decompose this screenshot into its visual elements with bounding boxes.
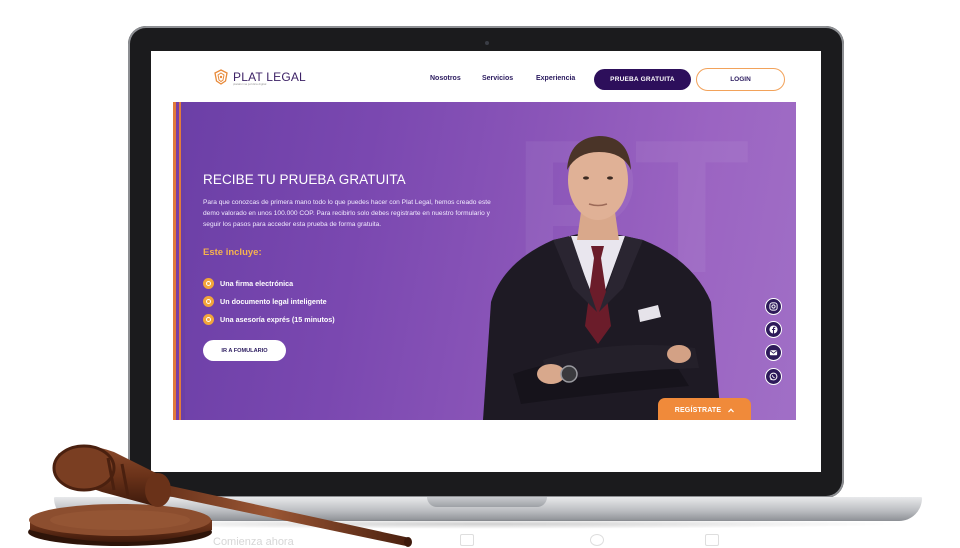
login-button[interactable]: LOGIN [696,68,785,91]
whatsapp-icon[interactable] [765,368,782,385]
feature-item: Un documento legal inteligente [203,296,327,307]
laptop-screen: PLAT LEGAL plataforma jurídica digital N… [151,51,821,472]
feature-item: Una firma electrónica [203,278,293,289]
chat-icon [460,534,474,546]
nav-nosotros[interactable]: Nosotros [430,75,461,82]
hero-description: Para que conozcas de primera mano todo l… [203,199,491,228]
facebook-icon[interactable] [765,321,782,338]
businessman-image [483,136,721,420]
feature-label: Una asesoría exprés (15 minutos) [220,315,335,324]
free-trial-button[interactable]: PRUEBA GRATUITA [594,69,691,90]
site-header: PLAT LEGAL plataforma jurídica digital N… [151,51,821,101]
includes-heading: Este incluye: [203,247,262,258]
faded-cta-text: Comienza ahora [213,536,294,548]
feature-item: Una asesoría exprés (15 minutos) [203,314,335,325]
chevron-up-icon [728,407,735,412]
steering-icon [590,534,604,546]
feature-label: Un documento legal inteligente [220,297,327,306]
logo-shield-icon [214,69,228,85]
hero-banner: PT RECIBE TU PRUEBA GRATUITA Para que co… [173,102,796,420]
gavel-image [28,444,412,547]
hero-title: RECIBE TU PRUEBA GRATUITA [203,172,406,187]
instagram-icon[interactable] [765,298,782,315]
hero-side-stripe [173,102,185,420]
logo[interactable]: PLAT LEGAL plataforma jurídica digital [213,69,306,86]
laptop-notch [427,497,547,507]
feature-label: Una firma electrónica [220,279,294,288]
check-circle-icon [203,314,214,325]
register-button[interactable]: REGÍSTRATE [658,398,751,420]
email-icon[interactable] [765,344,782,361]
check-circle-icon [203,296,214,307]
webcam [485,41,489,45]
nav-servicios[interactable]: Servicios [482,75,513,82]
logo-tagline: plataforma jurídica digital [233,82,267,86]
go-to-form-button[interactable]: IR A FOMULARIO [203,340,286,361]
car-icon [705,534,719,546]
check-circle-icon [203,278,214,289]
register-label: REGÍSTRATE [674,406,722,414]
stage: PLAT LEGAL plataforma jurídica digital N… [0,0,960,548]
nav-experiencia[interactable]: Experiencia [536,75,575,82]
